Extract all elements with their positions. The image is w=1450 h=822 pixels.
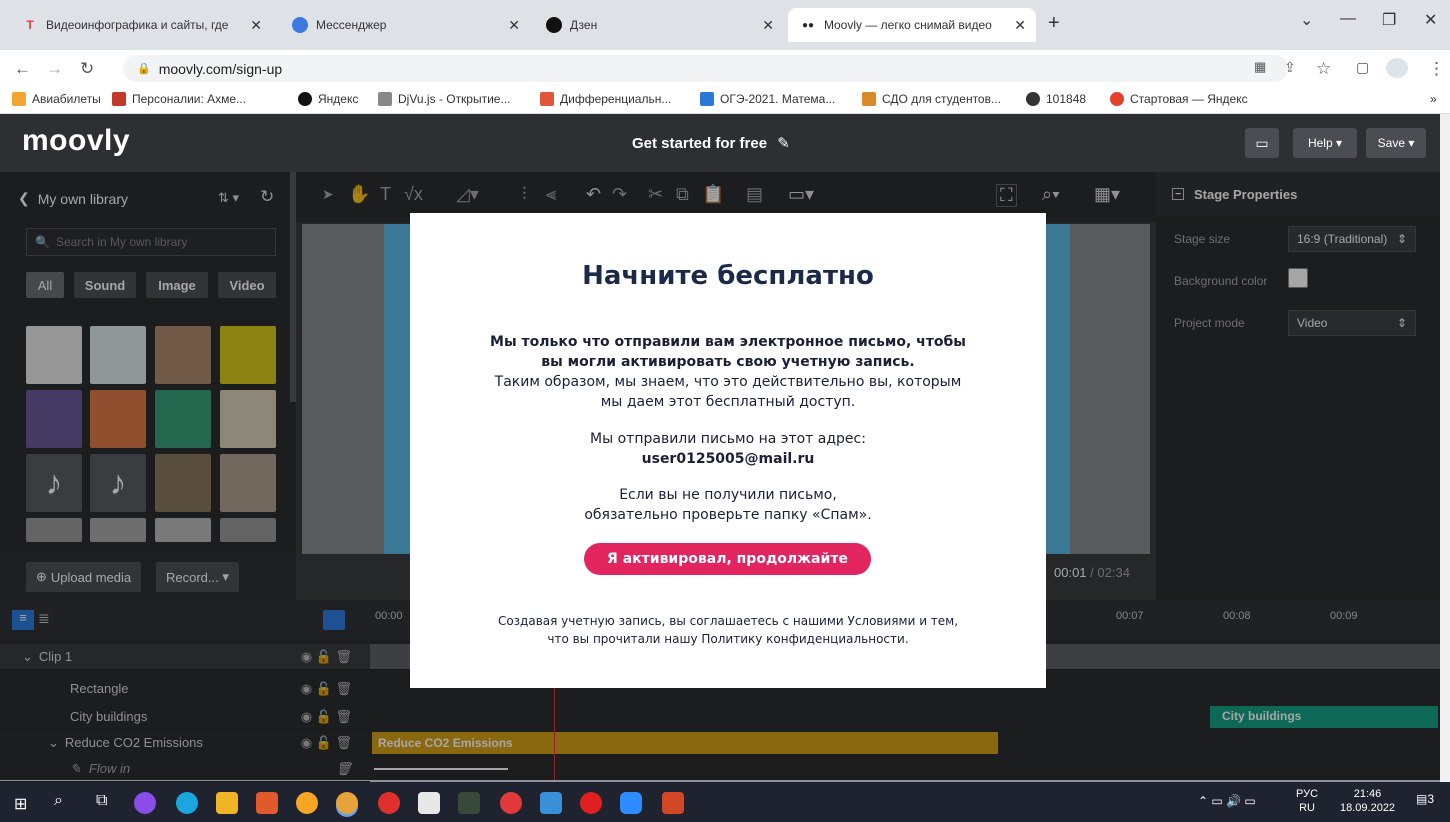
app-icon[interactable] — [296, 792, 318, 814]
close-tab-icon[interactable]: ✕ — [1014, 17, 1026, 34]
moovly-logo[interactable]: moovly — [22, 124, 130, 158]
alice-icon[interactable] — [134, 792, 156, 814]
activated-continue-button[interactable]: Я активировал, продолжайте — [584, 543, 871, 575]
clock[interactable]: 21:46 18.09.2022 — [1340, 787, 1395, 815]
forward-icon[interactable]: → — [46, 59, 63, 79]
powerpoint-icon[interactable] — [662, 792, 684, 814]
language-indicator[interactable]: РУС RU — [1296, 787, 1318, 815]
tab-moovly[interactable]: ●● Moovly — легко снимай видео ✕ — [788, 8, 1036, 42]
bookmark-item[interactable]: 101848 — [1026, 92, 1086, 106]
url-text: moovly.com/sign-up — [158, 60, 283, 77]
t-favicon-icon: T — [26, 18, 34, 32]
tab-search-icon[interactable]: ⌄ — [1300, 10, 1313, 30]
yandex-icon[interactable] — [378, 792, 400, 814]
tab-title: Moovly — легко снимай видео — [824, 18, 992, 32]
bookmark-item[interactable]: Персоналии: Ахме... — [112, 92, 246, 106]
task-view-icon[interactable]: ⧉ — [96, 792, 107, 810]
reload-icon[interactable]: ↻ — [80, 59, 94, 79]
edge-icon[interactable] — [176, 792, 198, 814]
save-button[interactable]: Save ▾ — [1366, 128, 1426, 158]
activation-modal: Начните бесплатно Мы только что отправил… — [410, 213, 1046, 688]
bookmark-icon — [1110, 92, 1124, 106]
modal-bold-line: Мы только что отправили вам электронное … — [490, 334, 966, 350]
bookmark-icon — [378, 92, 392, 106]
bookmark-item[interactable]: DjVu.js - Открытие... — [378, 92, 510, 106]
bookmark-icon — [12, 92, 26, 106]
file-explorer-icon[interactable] — [216, 792, 238, 814]
page-scrollbar[interactable] — [1440, 114, 1450, 782]
modal-spam-line: Если вы не получили письмо, — [619, 487, 837, 503]
bookmark-item[interactable]: Яндекс — [298, 92, 358, 106]
browser-tab-bar: T Видеоинфографика и сайты, где ✕ Мессен… — [0, 0, 1450, 50]
modal-text-line: мы даем этот бесплатный доступ. — [600, 394, 856, 410]
bookmark-icon — [112, 92, 126, 106]
share-icon[interactable]: ⇪ — [1284, 59, 1296, 76]
close-tab-icon[interactable]: ✕ — [508, 17, 520, 34]
modal-email: user0125005@mail.ru — [641, 451, 815, 467]
chrome-icon[interactable] — [336, 792, 358, 814]
star-icon[interactable]: ☆ — [1316, 59, 1331, 79]
sidepanel-icon[interactable]: ▢ — [1356, 59, 1369, 76]
modal-spam-line: обязательно проверьте папку «Спам». — [584, 507, 872, 523]
menu-dots-icon[interactable]: ⋮ — [1428, 59, 1445, 79]
bookmarks-more-icon[interactable]: » — [1430, 92, 1437, 106]
project-title[interactable]: Get started for free ✎ — [632, 134, 790, 152]
help-button[interactable]: Help ▾ — [1293, 128, 1357, 158]
moovly-favicon-icon: ●● — [801, 19, 815, 31]
tab-dzen[interactable]: Дзен ✕ — [534, 8, 784, 42]
bookmark-item[interactable]: Стартовая — Яндекс — [1110, 92, 1248, 106]
tab-title: Видеоинфографика и сайты, где — [46, 18, 229, 32]
minimize-icon[interactable]: — — [1340, 10, 1356, 28]
app-header: moovly Get started for free ✎ ▭ Help ▾ S… — [0, 114, 1450, 172]
lock-icon: 🔒 — [137, 63, 151, 75]
close-tab-icon[interactable]: ✕ — [250, 17, 262, 34]
address-bar-row: ← → ↻ 🔒 moovly.com/sign-up ▦ ⇪ ☆ ▢ ⋮ — [0, 50, 1450, 86]
translate-icon[interactable]: ▦ — [1254, 59, 1266, 75]
terms-line: Создавая учетную запись, вы соглашаетесь… — [497, 614, 959, 628]
bookmark-icon — [298, 92, 312, 106]
opera-icon[interactable] — [580, 792, 602, 814]
close-tab-icon[interactable]: ✕ — [762, 17, 774, 34]
bookmark-icon — [1026, 92, 1040, 106]
bookmark-icon — [862, 92, 876, 106]
bookmark-icon — [540, 92, 554, 106]
office-icon[interactable] — [256, 792, 278, 814]
windows-start-icon[interactable]: ⊞ — [14, 794, 27, 814]
preview-monitor-icon[interactable]: ▭ — [1245, 128, 1279, 158]
url-field[interactable]: 🔒 moovly.com/sign-up — [123, 55, 1288, 82]
terms-line: что вы прочитали нашу Политику конфиденц… — [547, 632, 909, 646]
bookmark-item[interactable]: ОГЭ-2021. Матема... — [700, 92, 835, 106]
modal-sent-to: Мы отправили письмо на этот адрес: — [590, 431, 866, 447]
tab-title: Мессенджер — [316, 18, 387, 32]
back-icon[interactable]: ← — [14, 59, 31, 79]
windows-taskbar: ⊞ ⌕ ⧉ ⌃ ▭ 🔊 ▭ РУС RU 21:46 18.09.2022 ▤3 — [0, 782, 1450, 822]
messenger-favicon-icon — [292, 17, 308, 33]
new-tab-button[interactable]: + — [1048, 12, 1060, 35]
close-window-icon[interactable]: ✕ — [1424, 10, 1437, 30]
profile-avatar-icon[interactable] — [1386, 58, 1408, 78]
tray-icons[interactable]: ⌃ ▭ 🔊 ▭ — [1198, 794, 1256, 808]
bookmark-item[interactable]: Дифференциальн... — [540, 92, 671, 106]
tab-videoinfographics[interactable]: T Видеоинфографика и сайты, где ✕ — [10, 8, 272, 42]
app-icon[interactable] — [458, 792, 480, 814]
bookmark-icon — [700, 92, 714, 106]
tab-title: Дзен — [570, 18, 598, 32]
pencil-icon[interactable]: ✎ — [777, 135, 790, 152]
yandex-browser-icon[interactable] — [500, 792, 522, 814]
modal-title: Начните бесплатно — [582, 261, 874, 291]
restore-icon[interactable]: ❐ — [1382, 10, 1396, 30]
tab-messenger[interactable]: Мессенджер ✕ — [280, 8, 530, 42]
search-icon[interactable]: ⌕ — [54, 792, 63, 810]
abbyy-icon[interactable] — [418, 792, 440, 814]
modal-bold-line: вы могли активировать свою учетную запис… — [541, 354, 915, 370]
notification-icon[interactable]: ▤3 — [1416, 792, 1434, 806]
bookmark-item[interactable]: СДО для студентов... — [862, 92, 1001, 106]
bookmarks-bar: Авиабилеты Персоналии: Ахме... Яндекс Dj… — [0, 86, 1450, 114]
zoom-app-icon[interactable] — [620, 792, 642, 814]
app-icon[interactable] — [540, 792, 562, 814]
bookmark-item[interactable]: Авиабилеты — [12, 92, 101, 106]
modal-text-line: Таким образом, мы знаем, что это действи… — [494, 374, 962, 390]
dzen-favicon-icon — [546, 17, 562, 33]
